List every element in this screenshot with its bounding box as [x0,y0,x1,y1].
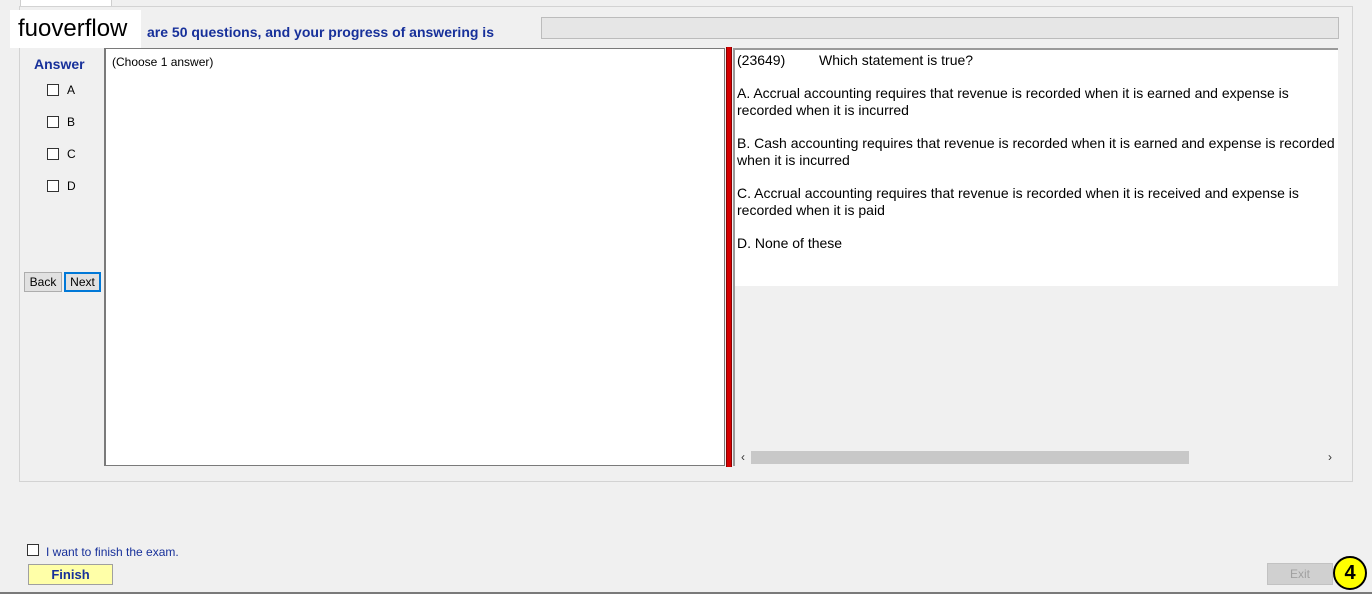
next-button[interactable]: Next [64,272,101,292]
exit-button[interactable]: Exit [1267,563,1333,585]
scroll-right-icon[interactable]: › [1324,449,1336,466]
progress-text: are 50 questions, and your progress of a… [147,24,494,40]
question-content: (23649) Which statement is true? A. Accru… [735,50,1338,286]
back-button[interactable]: Back [24,272,62,292]
answer-option-b[interactable]: B [47,114,75,130]
answer-option-d[interactable]: D [47,178,76,194]
option-d-label: D [67,179,76,193]
question-option-c: C. Accrual accounting requires that reve… [737,185,1299,218]
watermark-label: fuoverflow [10,10,141,48]
finish-exam-label[interactable]: I want to finish the exam. [46,545,179,559]
progress-bar [541,17,1339,39]
finish-exam-checkbox[interactable] [27,544,39,556]
answer-option-c[interactable]: C [47,146,76,162]
question-prompt: Which statement is true? [819,52,974,68]
panel-splitter[interactable] [726,47,732,467]
finish-button[interactable]: Finish [28,564,113,585]
choose-hint: (Choose 1 answer) [112,55,214,69]
question-id: (23649) [737,52,786,68]
question-option-d: D. None of these [737,235,843,251]
option-a-checkbox[interactable] [47,84,59,96]
option-b-checkbox[interactable] [47,116,59,128]
option-c-label: C [67,147,76,161]
horizontal-scrollbar[interactable]: ‹ › [735,449,1338,466]
step-badge: 4 [1333,556,1367,590]
question-option-a: A. Accrual accounting requires that reve… [737,85,1289,118]
answer-heading: Answer [34,56,85,72]
question-header: (23649) Which statement is true? [737,52,1338,69]
option-a-label: A [67,83,76,97]
question-panel: (23649) Which statement is true? A. Accru… [733,48,1338,466]
option-c-checkbox[interactable] [47,148,59,160]
question-option-b: B. Cash accounting requires that revenue… [737,135,1335,168]
notes-panel[interactable]: (Choose 1 answer) [104,48,725,466]
answer-option-a[interactable]: A [47,82,75,98]
scroll-left-icon[interactable]: ‹ [737,449,749,466]
option-d-checkbox[interactable] [47,180,59,192]
option-b-label: B [67,115,76,129]
scroll-thumb[interactable] [751,451,1189,464]
